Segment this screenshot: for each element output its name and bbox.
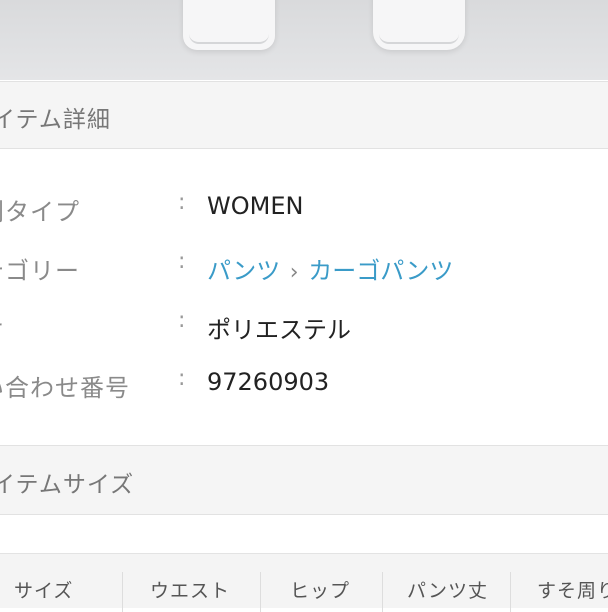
subcategory-link[interactable]: カーゴパンツ — [308, 257, 453, 285]
category-path: パンツ › カーゴパンツ — [207, 251, 453, 286]
detail-key: 別タイプ — [0, 198, 80, 226]
detail-row-inquiry-number: い合わせ番号 : 97260903 — [0, 364, 608, 404]
colon: : — [178, 366, 186, 391]
item-details-title: イテム詳細 — [0, 107, 111, 133]
colon: : — [178, 190, 186, 215]
column-divider — [122, 572, 123, 612]
size-col-hem: すそ周り — [537, 580, 608, 602]
size-col-size: サイズ — [14, 580, 74, 602]
detail-value: WOMEN — [207, 192, 304, 220]
detail-value: ポリエステル — [207, 316, 351, 344]
size-table-header: サイズ ウエスト ヒップ パンツ丈 すそ周り — [0, 553, 608, 612]
size-col-waist: ウエスト — [150, 580, 231, 602]
item-size-title: イテムサイズ — [0, 472, 135, 498]
detail-row-gender-type: 別タイプ : WOMEN — [0, 188, 608, 228]
detail-row-material: オ : ポリエステル — [0, 306, 608, 346]
chevron-right-icon: › — [289, 260, 299, 285]
detail-key: オ — [0, 310, 5, 345]
size-col-hip: ヒップ — [290, 580, 351, 602]
column-divider — [510, 572, 511, 612]
colon: : — [178, 308, 186, 333]
detail-key: テゴリー — [0, 257, 80, 285]
detail-row-category: テゴリー : パンツ › カーゴパンツ — [0, 247, 608, 287]
item-size-header: イテムサイズ — [0, 445, 608, 515]
colon: : — [178, 249, 186, 274]
product-photo — [0, 0, 608, 80]
size-col-inseam: パンツ丈 — [407, 580, 488, 602]
column-divider — [260, 572, 261, 612]
item-details-header: イテム詳細 — [0, 81, 608, 149]
detail-value: 97260903 — [207, 368, 330, 396]
pants-hem-right — [373, 0, 465, 50]
pants-hem-left — [183, 0, 275, 50]
category-link[interactable]: パンツ — [207, 257, 280, 285]
column-divider — [382, 572, 383, 612]
detail-key: い合わせ番号 — [0, 374, 130, 402]
